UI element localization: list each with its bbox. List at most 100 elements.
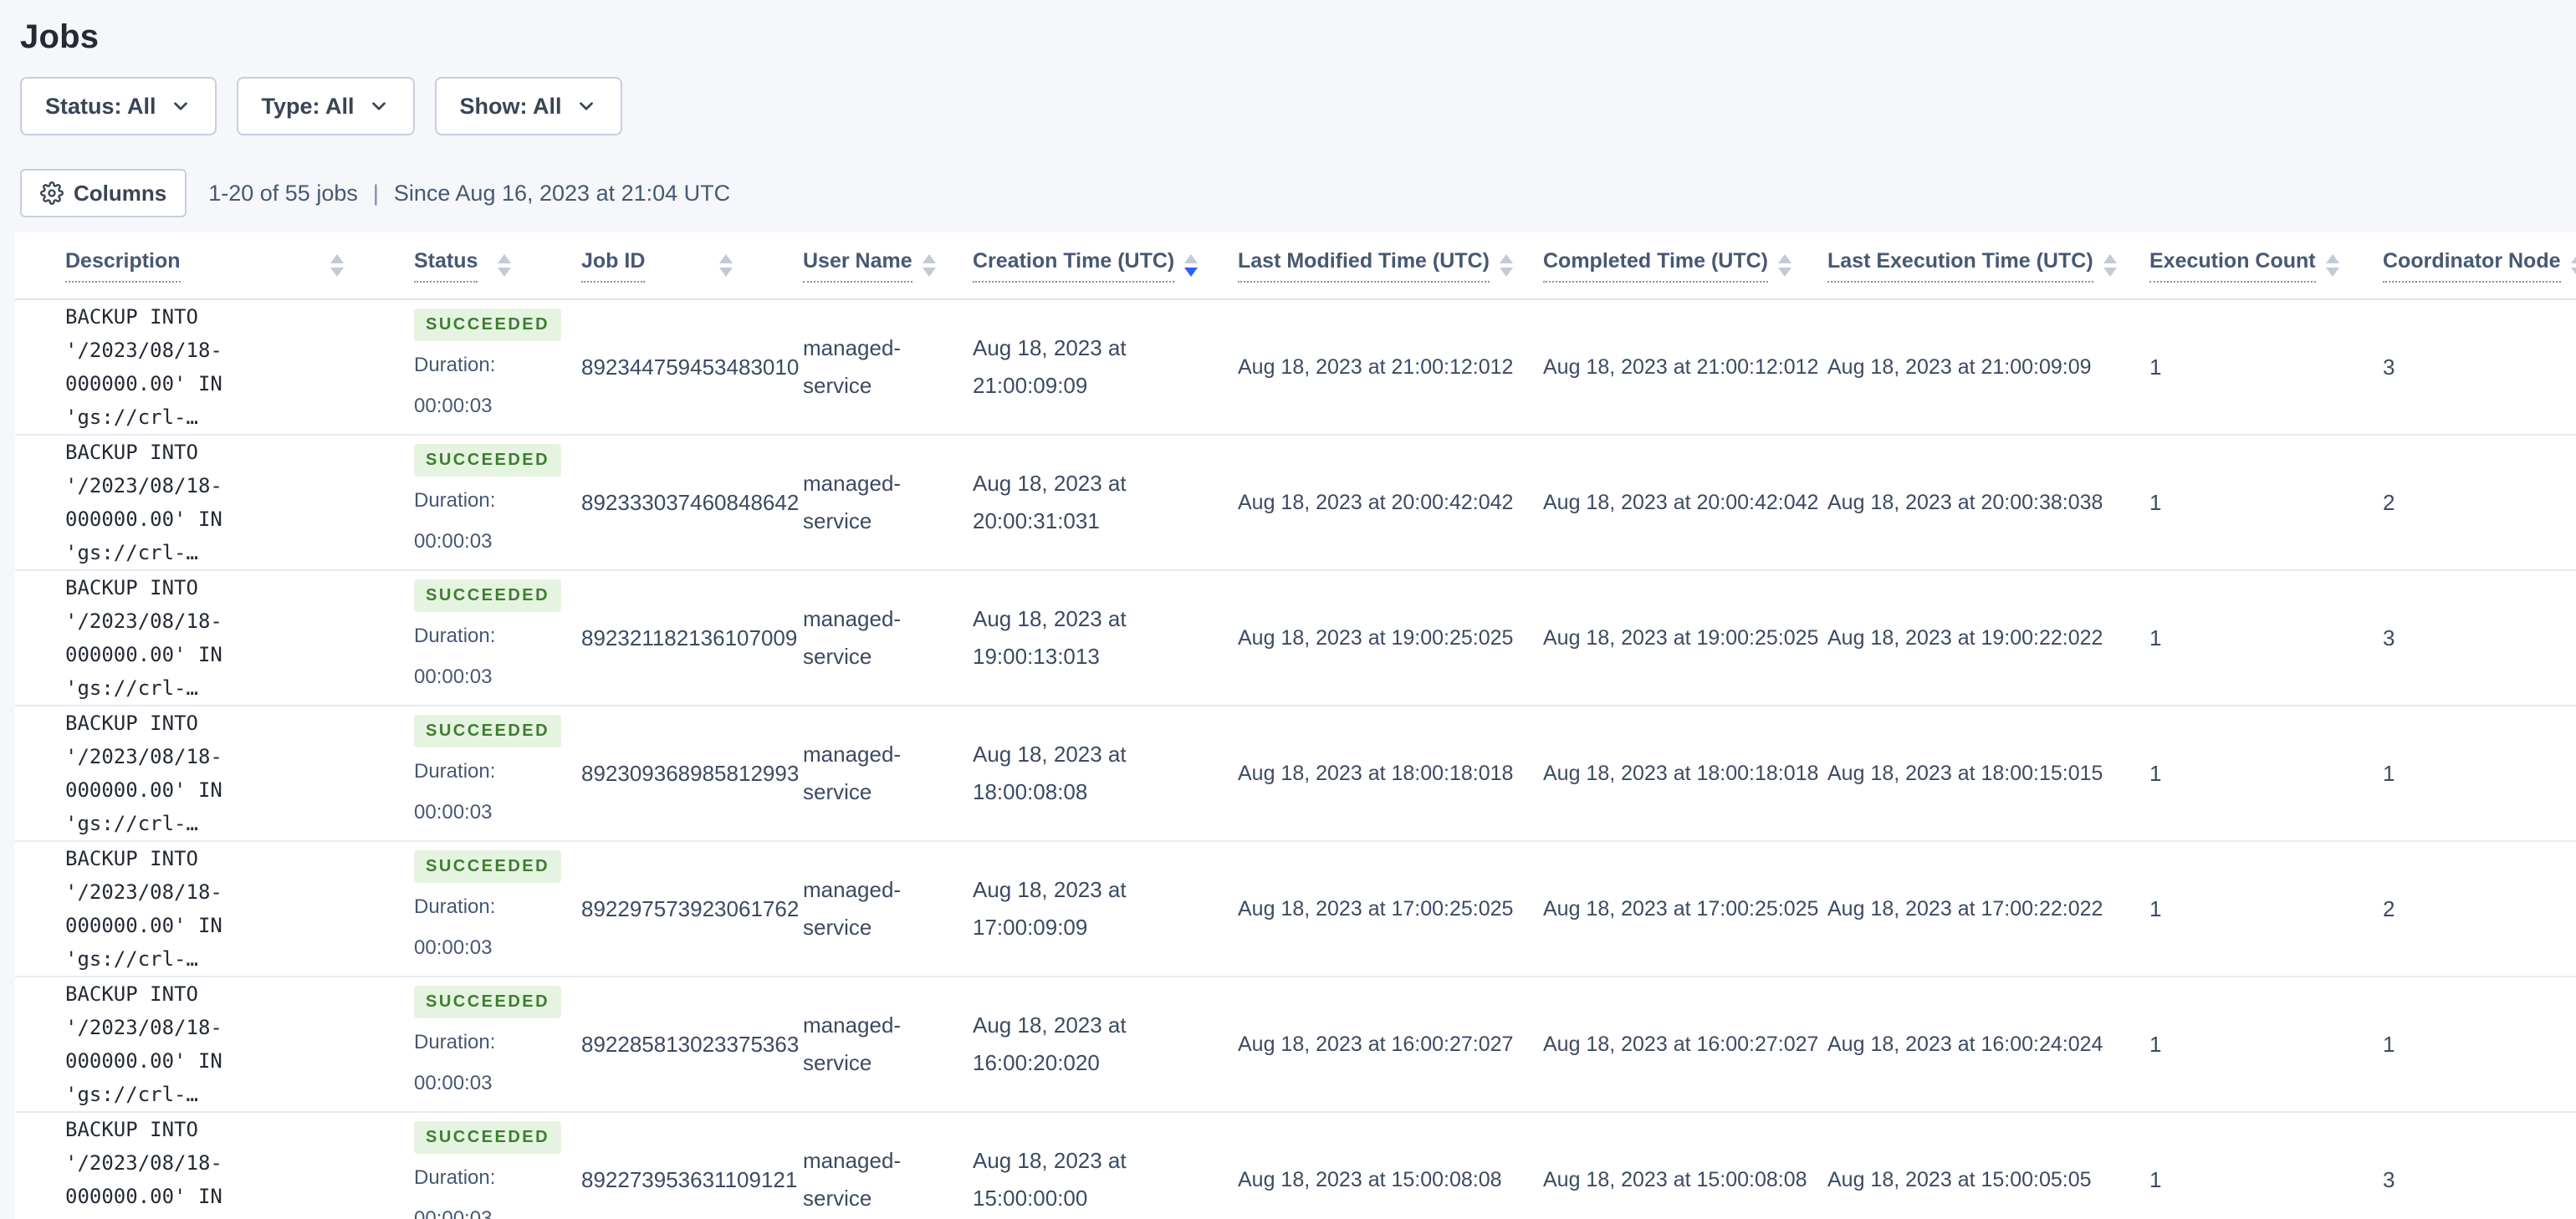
description-cell: BACKUP INTO '/2023/08/18- 000000.00' IN … xyxy=(15,841,364,977)
sort-arrow-down xyxy=(2325,268,2339,277)
duration-label: Duration: xyxy=(414,624,496,647)
sort-icon[interactable] xyxy=(330,254,344,277)
status-badge: SUCCEEDED xyxy=(414,308,562,341)
coordinator-node-cell: 3 xyxy=(2333,299,2576,435)
sort-icon[interactable] xyxy=(922,254,936,277)
creation-time: Aug 18, 2023 at 18:00:08:08 xyxy=(973,742,1127,804)
last-modified-time-cell: Aug 18, 2023 at 17:00:25:025 xyxy=(1188,841,1514,977)
status-cell: SUCCEEDED Duration: 00:00:03 xyxy=(364,977,562,1112)
coordinator-node: 1 xyxy=(2383,1031,2395,1057)
description-cell: BACKUP INTO '/2023/08/18- 000000.00' IN … xyxy=(15,706,364,841)
status-badge: SUCCEEDED xyxy=(414,849,562,883)
status-cell: SUCCEEDED Duration: 00:00:03 xyxy=(364,435,562,570)
user-name-cell: managed- service xyxy=(753,1112,923,1219)
coordinator-node: 3 xyxy=(2383,1166,2395,1192)
creation-time-cell: Aug 18, 2023 at 20:00:31:031 xyxy=(923,435,1188,570)
completed-time-cell: Aug 18, 2023 at 19:00:25:025 xyxy=(1493,570,1819,706)
column-header-creation-time[interactable]: Creation Time (UTC) xyxy=(923,232,1199,299)
coordinator-node: 2 xyxy=(2383,489,2395,515)
sort-icon[interactable] xyxy=(2103,254,2117,277)
last-modified-time: Aug 18, 2023 at 21:00:12:012 xyxy=(1238,354,1514,379)
status-filter-dropdown[interactable]: Status: All xyxy=(20,77,217,135)
last-execution-time-cell: Aug 18, 2023 at 16:00:24:024 xyxy=(1777,977,2103,1112)
table-header-row: Description Status Job ID User Name Creation… xyxy=(15,232,2576,299)
column-header-completed-time[interactable]: Completed Time (UTC) xyxy=(1493,232,1791,299)
creation-time: Aug 18, 2023 at 17:00:09:09 xyxy=(973,877,1127,940)
jobs-summary: 1-20 of 55 jobs | Since Aug 16, 2023 at … xyxy=(208,181,730,207)
toolbar-row: Columns 1-20 of 55 jobs | Since Aug 16, … xyxy=(20,169,2576,217)
column-header-user-name[interactable]: User Name xyxy=(753,232,936,299)
last-modified-time: Aug 18, 2023 at 20:00:42:042 xyxy=(1238,490,1514,514)
job-id-cell: 892273953631109121 xyxy=(531,1112,797,1219)
sort-icon[interactable] xyxy=(1184,254,1199,277)
description-cell: BACKUP INTO '/2023/08/18- 000000.00' IN … xyxy=(15,435,364,570)
last-modified-time: Aug 18, 2023 at 16:00:27:027 xyxy=(1238,1032,1514,1056)
sort-arrow-up xyxy=(330,254,344,263)
column-header-last-execution-time[interactable]: Last Execution Time (UTC) xyxy=(1777,232,2117,299)
column-header-coordinator-node[interactable]: Coordinator Node xyxy=(2333,232,2576,299)
execution-count-cell: 1 xyxy=(2099,570,2333,706)
column-header-label: Last Execution Time (UTC) xyxy=(1827,249,2093,283)
sort-icon[interactable] xyxy=(1499,254,1513,277)
coordinator-node: 2 xyxy=(2383,895,2395,921)
completed-time: Aug 18, 2023 at 19:00:25:025 xyxy=(1543,625,1819,650)
description-cell: BACKUP INTO '/2023/08/18- 000000.00' IN … xyxy=(15,299,364,435)
sort-arrow-down xyxy=(922,268,936,277)
column-header-status[interactable]: Status xyxy=(364,232,531,299)
column-header-description[interactable]: Description xyxy=(15,232,364,299)
duration-label: Duration: xyxy=(414,895,496,918)
sort-icon[interactable] xyxy=(2325,254,2339,277)
column-header-last-modified-time[interactable]: Last Modified Time (UTC) xyxy=(1188,232,1513,299)
column-header-label: User Name xyxy=(803,249,912,283)
job-description: BACKUP INTO '/2023/08/18- 000000.00' IN … xyxy=(65,305,222,429)
last-execution-time: Aug 18, 2023 at 20:00:38:038 xyxy=(1827,490,2103,514)
duration-value: 00:00:03 xyxy=(414,665,493,688)
sort-arrow-down xyxy=(2103,268,2117,277)
column-header-label: Execution Count xyxy=(2149,249,2316,283)
column-header-label: Last Modified Time (UTC) xyxy=(1238,249,1490,283)
sort-arrow-down xyxy=(1778,268,1791,277)
job-id-cell: 892344759453483010 xyxy=(531,299,799,435)
completed-time-cell: Aug 18, 2023 at 16:00:27:027 xyxy=(1493,977,1819,1112)
columns-button[interactable]: Columns xyxy=(20,169,187,217)
execution-count: 1 xyxy=(2149,1166,2162,1192)
user-name: managed- service xyxy=(803,1148,902,1211)
duration-value: 00:00:03 xyxy=(414,800,493,824)
gear-icon xyxy=(40,181,64,205)
job-description: BACKUP INTO '/2023/08/18- 000000.00' IN … xyxy=(65,441,222,564)
user-name: managed- service xyxy=(803,471,902,533)
duration-value: 00:00:03 xyxy=(414,394,493,417)
table-row: BACKUP INTO '/2023/08/18- 000000.00' IN … xyxy=(15,977,2576,1112)
sort-icon[interactable] xyxy=(1778,254,1791,277)
column-header-job-id[interactable]: Job ID xyxy=(531,232,753,299)
status-badge: SUCCEEDED xyxy=(414,714,562,747)
job-id-cell: 892309368985812993 xyxy=(531,706,799,841)
show-filter-dropdown[interactable]: Show: All xyxy=(434,77,622,135)
completed-time: Aug 18, 2023 at 16:00:27:027 xyxy=(1543,1032,1819,1056)
coordinator-node-cell: 2 xyxy=(2333,435,2576,570)
job-id-cell: 892297573923061762 xyxy=(531,841,799,977)
creation-time: Aug 18, 2023 at 15:00:00:00 xyxy=(973,1148,1127,1211)
description-cell: BACKUP INTO '/2023/08/18- 000000.00' IN … xyxy=(15,1112,364,1219)
execution-count-cell: 1 xyxy=(2099,299,2333,435)
summary-separator: | xyxy=(372,180,379,206)
duration-label: Duration: xyxy=(414,488,496,512)
type-filter-dropdown[interactable]: Type: All xyxy=(236,77,415,135)
column-header-execution-count[interactable]: Execution Count xyxy=(2099,232,2339,299)
sort-arrow-up xyxy=(719,254,733,263)
status-badge: SUCCEEDED xyxy=(414,1120,562,1154)
sort-icon[interactable] xyxy=(2570,254,2576,277)
creation-time: Aug 18, 2023 at 16:00:20:020 xyxy=(973,1012,1127,1075)
sort-icon[interactable] xyxy=(498,254,511,277)
completed-time-cell: Aug 18, 2023 at 15:00:08:08 xyxy=(1493,1112,1807,1219)
last-modified-time: Aug 18, 2023 at 17:00:25:025 xyxy=(1238,896,1514,921)
last-execution-time: Aug 18, 2023 at 21:00:09:09 xyxy=(1827,354,2092,379)
chevron-down-icon xyxy=(371,102,386,110)
completed-time-cell: Aug 18, 2023 at 17:00:25:025 xyxy=(1493,841,1818,977)
creation-time: Aug 18, 2023 at 21:00:09:09 xyxy=(973,335,1127,398)
execution-count: 1 xyxy=(2149,625,2162,650)
sort-arrow-down xyxy=(498,268,511,277)
job-id: 892321182136107009 xyxy=(581,625,798,650)
sort-icon[interactable] xyxy=(719,254,733,277)
user-name: managed- service xyxy=(803,335,902,398)
